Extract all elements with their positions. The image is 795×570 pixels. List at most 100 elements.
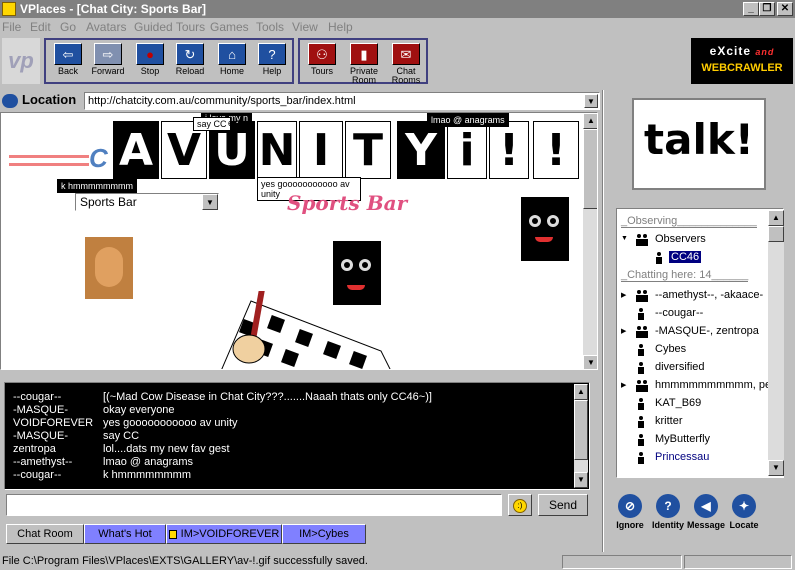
back-button[interactable]: ⇦ Back	[48, 42, 88, 82]
reload-button[interactable]: ↻ Reload	[170, 42, 210, 82]
tours-label: Tours	[310, 66, 333, 76]
scroll-thumb[interactable]	[768, 226, 784, 242]
message-button[interactable]: ◀ Message	[686, 494, 726, 530]
people-list-scrollbar[interactable]: ▲ ▼	[768, 210, 784, 476]
scroll-up-icon[interactable]: ▲	[768, 210, 784, 226]
avatar-letter-excl2[interactable]: !	[533, 121, 579, 179]
send-button[interactable]: Send	[538, 494, 588, 516]
person-row[interactable]: MyButterfly	[617, 431, 769, 449]
room-select-value: Sports Bar	[80, 195, 137, 209]
menu-games[interactable]: Games	[210, 20, 249, 34]
menu-view[interactable]: View	[292, 20, 318, 34]
ignore-button[interactable]: ⊘ Ignore	[610, 494, 650, 530]
person-icon	[637, 416, 645, 428]
private-room-label: Private Room	[349, 66, 378, 85]
smiley-avatar[interactable]	[521, 197, 569, 261]
people-list[interactable]: _Observing_____________ ▼ Observers CC46…	[616, 208, 784, 478]
chat-log[interactable]: --cougar-- [(~Mad Cow Disease in Chat Cit…	[4, 382, 590, 490]
private-room-button[interactable]: ▮ Private Room	[344, 42, 384, 85]
web-vertical-scrollbar[interactable]: ▲ ▼	[583, 113, 597, 369]
expand-icon[interactable]: ▶	[621, 381, 626, 389]
avatar-letter-t[interactable]: T	[345, 121, 391, 179]
collapse-icon[interactable]: ▼	[621, 235, 628, 242]
menu-help[interactable]: Help	[328, 20, 353, 34]
emoticon-button[interactable]: :)	[508, 494, 532, 516]
excite-webcrawler-logo[interactable]: eXcite and WEBCRAWLER	[691, 38, 793, 84]
avatar-letter-i[interactable]: I	[299, 121, 343, 179]
tab-label: IM>VOIDFOREVER	[180, 528, 280, 540]
person-row[interactable]: Princessau	[617, 449, 769, 467]
chat-speaker: -MASQUE-	[13, 404, 68, 416]
avatar-letter-i2[interactable]: i	[447, 121, 487, 179]
person-row[interactable]: ▶ --amethyst--, -akaace-	[617, 287, 769, 305]
navigation-toolbar: ⇦ Back ⇨ Forward ● Stop ↻ Reload ⌂ Home …	[44, 38, 294, 84]
avatar-letter-a[interactable]: A	[113, 121, 159, 179]
person-row[interactable]: ▶ -MASQUE-, zentropa	[617, 323, 769, 341]
panel-divider[interactable]	[602, 90, 604, 552]
observers-group[interactable]: ▼ Observers	[617, 231, 769, 249]
menu-edit[interactable]: Edit	[30, 20, 51, 34]
chevron-down-icon[interactable]: ▼	[202, 194, 218, 210]
menu-avatars[interactable]: Avatars	[86, 20, 126, 34]
forward-button[interactable]: ⇨ Forward	[88, 42, 128, 82]
eye	[547, 215, 559, 227]
restore-button[interactable]: ❐	[759, 2, 775, 16]
scroll-down-icon[interactable]: ▼	[583, 355, 597, 369]
observer-item[interactable]: CC46	[617, 249, 769, 267]
person-row[interactable]: kritter	[617, 413, 769, 431]
scroll-up-icon[interactable]: ▲	[574, 384, 588, 400]
status-panel	[684, 555, 792, 569]
help-button[interactable]: ? Help	[252, 42, 292, 82]
avatar-letter-n[interactable]: N	[257, 121, 297, 179]
scroll-down-icon[interactable]: ▼	[574, 472, 588, 488]
person-row[interactable]: KAT_B69	[617, 395, 769, 413]
person-row[interactable]: ▶ hmmmmmmmmmm, pee	[617, 377, 769, 395]
location-url-field[interactable]: http://chatcity.com.au/community/sports_…	[84, 92, 600, 110]
locate-button[interactable]: ✦ Locate	[724, 494, 764, 530]
pink-stripe	[9, 155, 89, 158]
chat-vertical-scrollbar[interactable]: ▲ ▼	[574, 384, 588, 488]
tab-chat-room[interactable]: Chat Room	[6, 524, 84, 544]
tab-im-cybes[interactable]: IM>Cybes	[282, 524, 366, 544]
identity-button[interactable]: ? Identity	[648, 494, 688, 530]
avatar-letter-y[interactable]: Y	[397, 121, 445, 179]
web-content-view[interactable]: C A V U N I T Y i ! ! i love my n say CC…	[0, 112, 598, 370]
expand-icon[interactable]: ▶	[621, 327, 626, 335]
scroll-thumb[interactable]	[574, 400, 588, 460]
location-dropdown-button[interactable]: ▼	[584, 94, 598, 108]
room-select[interactable]: Sports Bar ▼	[75, 193, 219, 211]
message-icon: ◀	[694, 494, 718, 518]
photo-avatar[interactable]	[85, 237, 133, 299]
expand-icon[interactable]: ▶	[621, 291, 626, 299]
menu-go[interactable]: Go	[60, 20, 76, 34]
tab-im-voidforever[interactable]: IM>VOIDFOREVER	[166, 524, 282, 544]
help-icon: ?	[258, 43, 286, 65]
person-row[interactable]: --cougar--	[617, 305, 769, 323]
avatar-letter-excl1[interactable]: !	[489, 121, 529, 179]
person-icon	[637, 308, 645, 320]
menu-guided-tours[interactable]: Guided Tours	[134, 20, 205, 34]
identity-icon: ?	[656, 494, 680, 518]
home-button[interactable]: ⌂ Home	[212, 42, 252, 82]
speech-bubble: lmao @ anagrams	[427, 113, 509, 127]
menu-file[interactable]: File	[2, 20, 21, 34]
help-label: Help	[262, 66, 282, 76]
scroll-down-icon[interactable]: ▼	[768, 460, 784, 476]
close-button[interactable]: ✕	[777, 2, 793, 16]
person-row[interactable]: Cybes	[617, 341, 769, 359]
chat-rooms-button[interactable]: ✉ Chat Rooms	[386, 42, 426, 85]
speech-bubble: est	[228, 118, 241, 128]
person-row[interactable]: diversified	[617, 359, 769, 377]
tours-button[interactable]: ⚇ Tours	[302, 42, 342, 82]
status-text: File C:\Program Files\VPlaces\EXTS\GALLE…	[2, 555, 368, 567]
minimize-button[interactable]: _	[743, 2, 759, 16]
menu-tools[interactable]: Tools	[256, 20, 284, 34]
stop-button[interactable]: ● Stop	[130, 42, 170, 82]
scroll-thumb[interactable]	[583, 129, 597, 209]
tours-icon: ⚇	[308, 43, 336, 65]
scroll-up-icon[interactable]: ▲	[583, 113, 597, 129]
chat-speaker: --amethyst--	[13, 456, 73, 468]
app-icon[interactable]	[2, 2, 16, 16]
tab-whats-hot[interactable]: What's Hot	[84, 524, 166, 544]
chat-message-input[interactable]	[6, 494, 502, 516]
